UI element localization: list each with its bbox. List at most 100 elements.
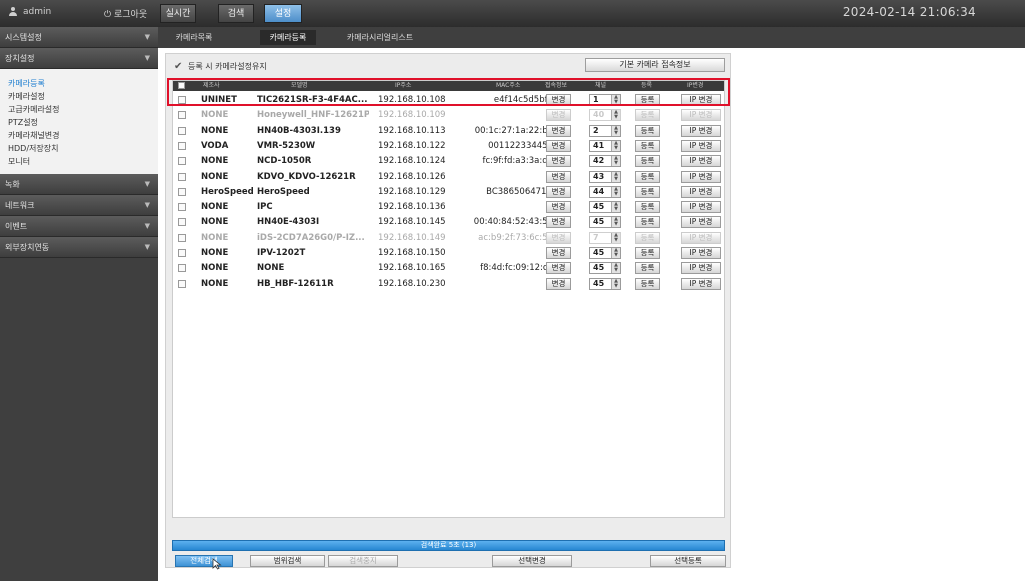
change-access-button[interactable]: 변경 [546,201,571,214]
channel-spinner[interactable]: 7 ▲ ▼ [589,231,621,244]
ip-change-button[interactable]: IP 변경 [681,216,721,229]
row-checkbox[interactable] [178,218,186,227]
ip-change-button[interactable]: IP 변경 [681,247,721,259]
ip-change-button[interactable]: IP 변경 [681,170,721,183]
change-access-button[interactable]: 변경 [546,231,571,244]
channel-spinner[interactable]: 1 ▲ ▼ [589,94,621,106]
selected-register-button[interactable]: 선택등록 [650,555,726,567]
register-button[interactable]: 등록 [635,247,660,259]
change-access-button[interactable]: 변경 [546,155,571,168]
table-row[interactable]: NONE iDS-2CD7A26G0/P-IZ... 192.168.10.149 a… [173,231,724,245]
change-access-button[interactable]: 변경 [546,139,571,152]
row-checkbox[interactable] [178,141,186,150]
ip-change-button[interactable]: IP 변경 [681,109,721,122]
ip-change-button[interactable]: IP 변경 [681,94,721,106]
register-button[interactable]: 등록 [635,185,660,198]
table-row[interactable]: NONE Honeywell_HNF-12621P 192.168.10.109 변경… [173,108,724,122]
table-row[interactable]: NONE HN40E-4303I 192.168.10.145 00:40:84:52… [173,215,724,229]
spinner-arrows-icon[interactable]: ▲ ▼ [611,171,620,182]
spinner-arrows-icon[interactable]: ▲ ▼ [611,232,620,243]
ip-change-button[interactable]: IP 변경 [681,277,721,290]
channel-spinner[interactable]: 45 ▲ ▼ [589,201,621,214]
row-checkbox[interactable] [178,249,186,257]
channel-spinner[interactable]: 43 ▲ ▼ [589,170,621,183]
ip-change-button[interactable]: IP 변경 [681,231,721,244]
channel-spinner[interactable]: 45 ▲ ▼ [589,247,621,259]
menu-event[interactable]: 이벤트 ▼ [0,216,158,237]
tab-camera-list[interactable]: 카메라목록 [168,30,220,45]
nav-settings-button[interactable]: 설정 [264,4,302,23]
table-row[interactable]: NONE HN40B-4303I.139 192.168.10.113 00:1c:2… [173,124,724,138]
table-row[interactable]: NONE KDVO_KDVO-12621R 192.168.10.126 변경 43 ▲ ▼… [173,170,724,184]
row-checkbox[interactable] [178,172,186,181]
spinner-arrows-icon[interactable]: ▲ ▼ [611,186,620,197]
sidebar-item-monitor[interactable]: 모니터 [0,155,158,168]
register-button[interactable]: 등록 [635,170,660,183]
menu-device-settings[interactable]: 장치설정 ▼ [0,48,158,69]
spinner-arrows-icon[interactable]: ▲ ▼ [611,110,620,121]
stop-search-button[interactable]: 검색중지 [328,555,398,567]
sidebar-item-ptz[interactable]: PTZ설정 [0,116,158,129]
channel-spinner[interactable]: 40 ▲ ▼ [589,109,621,122]
ip-change-button[interactable]: IP 변경 [681,262,721,275]
spinner-arrows-icon[interactable]: ▲ ▼ [611,217,620,228]
ip-change-button[interactable]: IP 변경 [681,124,721,137]
change-access-button[interactable]: 변경 [546,247,571,259]
table-row[interactable]: HeroSpeed HeroSpeed 192.168.10.129 BC386506… [173,185,724,199]
change-access-button[interactable]: 변경 [546,277,571,290]
all-search-button[interactable]: 전체검색 [175,555,233,567]
channel-spinner[interactable]: 44 ▲ ▼ [589,185,621,198]
sidebar-item-hdd[interactable]: HDD/저장장치 [0,142,158,155]
row-checkbox[interactable] [178,111,186,120]
change-access-button[interactable]: 변경 [546,262,571,275]
register-button[interactable]: 등록 [635,139,660,152]
change-access-button[interactable]: 변경 [546,124,571,137]
ip-change-button[interactable]: IP 변경 [681,185,721,198]
channel-spinner[interactable]: 41 ▲ ▼ [589,139,621,152]
nav-search-button[interactable]: 검색 [218,4,254,23]
sidebar-item-channel-change[interactable]: 카메라채널변경 [0,129,158,142]
nav-live-button[interactable]: 실시간 [160,4,196,23]
channel-spinner[interactable]: 2 ▲ ▼ [589,124,621,137]
menu-network[interactable]: 네트워크 ▼ [0,195,158,216]
sidebar-item-camera-settings[interactable]: 카메라설정 [0,90,158,103]
channel-spinner[interactable]: 45 ▲ ▼ [589,277,621,290]
channel-spinner[interactable]: 45 ▲ ▼ [589,216,621,229]
change-access-button[interactable]: 변경 [546,185,571,198]
table-row[interactable]: NONE IPV-1202T 192.168.10.150 변경 45 ▲ ▼ 등록 IP 변경 [173,246,724,260]
spinner-arrows-icon[interactable]: ▲ ▼ [611,278,620,289]
spinner-arrows-icon[interactable]: ▲ ▼ [611,202,620,213]
channel-spinner[interactable]: 42 ▲ ▼ [589,155,621,168]
ip-change-button[interactable]: IP 변경 [681,155,721,168]
row-checkbox[interactable] [178,126,186,135]
register-button[interactable]: 등록 [635,231,660,244]
row-checkbox[interactable] [178,233,186,242]
register-button[interactable]: 등록 [635,155,660,168]
table-row[interactable]: NONE IPC 192.168.10.136 변경 45 ▲ ▼ 등록 IP 변경 [173,200,724,214]
ip-change-button[interactable]: IP 변경 [681,201,721,214]
tab-camera-serial-list[interactable]: 카메라시리얼리스트 [344,30,416,45]
change-access-button[interactable]: 변경 [546,216,571,229]
menu-record[interactable]: 녹화 ▼ [0,174,158,195]
ip-change-button[interactable]: IP 변경 [681,139,721,152]
register-button[interactable]: 등록 [635,216,660,229]
table-row[interactable]: NONE NONE 192.168.10.165 f8:4d:fc:09:12:c4 변… [173,261,724,275]
tab-camera-register[interactable]: 카메라등록 [260,30,316,45]
register-button[interactable]: 등록 [635,277,660,290]
spinner-arrows-icon[interactable]: ▲ ▼ [611,140,620,151]
default-camera-info-button[interactable]: 기본 카메라 접속정보 [585,58,725,72]
spinner-arrows-icon[interactable]: ▲ ▼ [611,125,620,136]
spinner-arrows-icon[interactable]: ▲ ▼ [611,248,620,258]
row-checkbox[interactable] [178,279,186,288]
table-row[interactable]: NONE NCD-1050R 192.168.10.124 fc:9f:fd:a3:3… [173,154,724,168]
register-button[interactable]: 등록 [635,262,660,275]
menu-external[interactable]: 외부장치연동 ▼ [0,237,158,258]
logout-button[interactable]: ⏻ 로그아웃 [104,7,147,20]
register-button[interactable]: 등록 [635,94,660,106]
change-access-button[interactable]: 변경 [546,109,571,122]
range-search-button[interactable]: 범위검색 [250,555,325,567]
register-button[interactable]: 등록 [635,124,660,137]
row-checkbox[interactable] [178,157,186,166]
sidebar-item-advanced-camera[interactable]: 고급카메라설정 [0,103,158,116]
row-checkbox[interactable] [178,187,186,196]
